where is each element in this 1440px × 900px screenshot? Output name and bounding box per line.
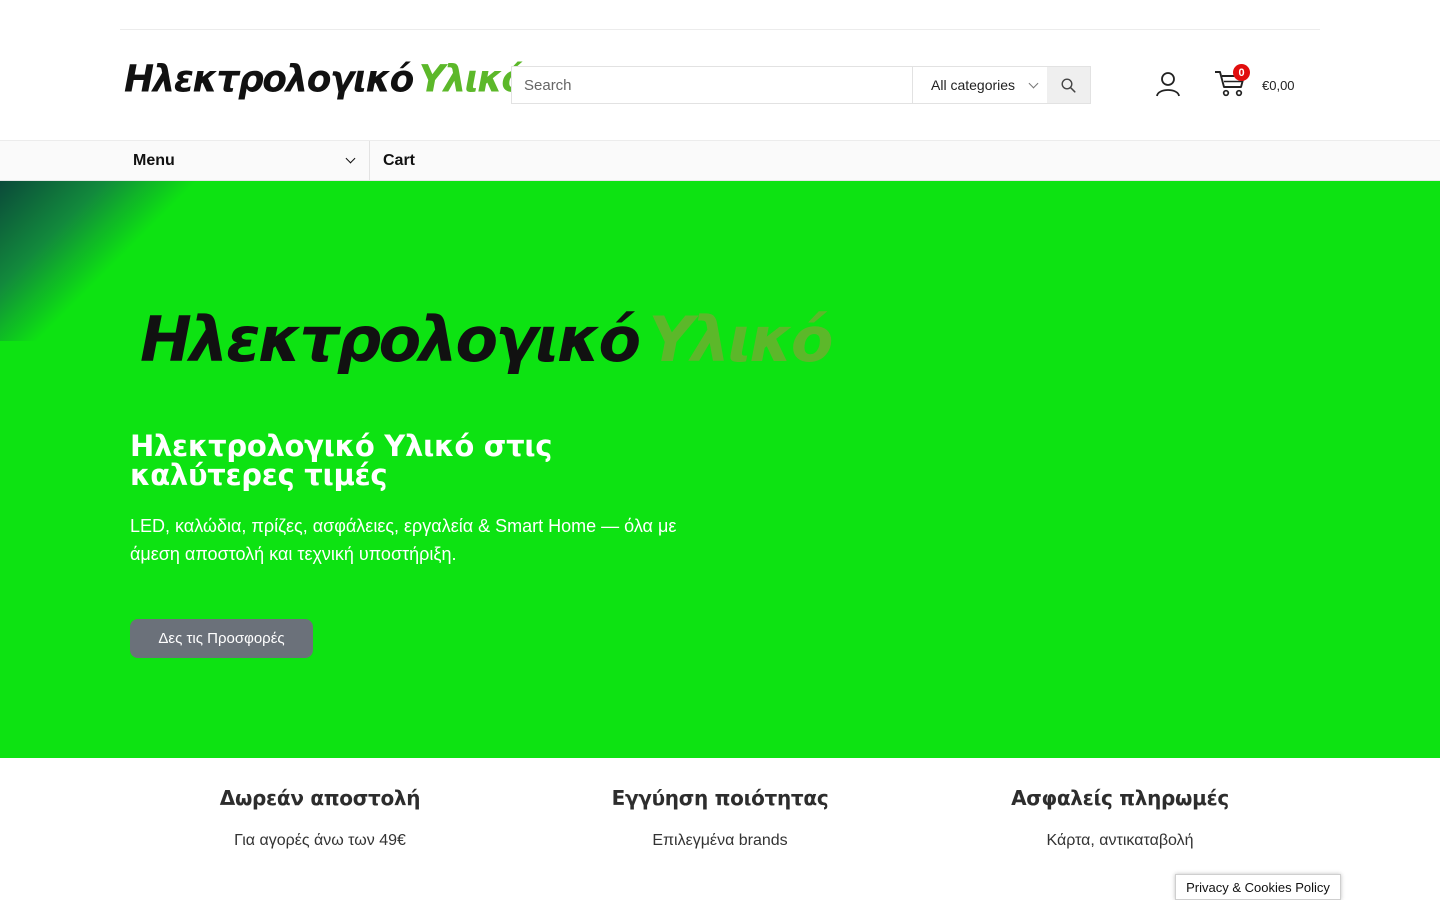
nav-link-cart[interactable]: Cart [383, 141, 415, 180]
hero-subtitle: LED, καλώδια, πρίζες, ασφάλειες, εργαλεί… [130, 516, 677, 564]
search-bar: All categories [511, 66, 1091, 104]
search-icon [1061, 77, 1076, 93]
feature-title: Ασφαλείς πληρωμές [1011, 786, 1229, 810]
feature-text: Για αγορές άνω των 49€ [234, 832, 406, 849]
hero-banner: Ηλεκτρολογικό Υλικό Ηλεκτρολογικό Υλικό … [0, 181, 1440, 758]
main-navbar: Menu Cart [0, 140, 1440, 181]
privacy-policy-button[interactable]: Privacy & Cookies Policy [1175, 874, 1341, 900]
feature-quality-guarantee: Εγγύηση ποιότητας Επιλεγμένα brands [520, 758, 920, 850]
account-button[interactable] [1155, 71, 1181, 97]
feature-text: Επιλεγμένα brands [652, 832, 788, 849]
feature-free-shipping: Δωρεάν αποστολή Για αγορές άνω των 49€ [120, 758, 520, 850]
cart-total[interactable]: €0,00 [1262, 78, 1295, 93]
chevron-down-icon [1028, 78, 1039, 88]
menu-label: Menu [133, 151, 175, 169]
search-button[interactable] [1047, 67, 1090, 103]
category-select[interactable]: All categories [913, 67, 1047, 103]
menu-dropdown[interactable]: Menu [120, 141, 370, 180]
user-icon [1156, 72, 1180, 97]
logo-word-1: Ηλεκτρολογικό [124, 57, 414, 101]
site-logo[interactable]: Ηλεκτρολογικό Υλικό [124, 57, 526, 101]
chevron-down-icon [345, 153, 356, 164]
hero-logo: Ηλεκτρολογικό Υλικό [140, 303, 834, 376]
hero-logo-word-2: Υλικό [648, 303, 834, 376]
feature-title: Εγγύηση ποιότητας [611, 786, 829, 810]
category-select-value: All categories [931, 77, 1016, 93]
offers-button[interactable]: Δες τις Προσφορές [130, 619, 313, 658]
search-input[interactable] [512, 67, 913, 103]
cart-count-badge: 0 [1233, 64, 1250, 81]
hero-title: Ηλεκτρολογικό Υλικό στις καλύτερες τιμές [130, 429, 553, 492]
feature-secure-payments: Ασφαλείς πληρωμές Κάρτα, αντικαταβολή [920, 758, 1320, 850]
feature-title: Δωρεάν αποστολή [219, 786, 421, 810]
hero-logo-word-1: Ηλεκτρολογικό [140, 303, 641, 376]
logo-word-2: Υλικό [418, 57, 526, 101]
feature-text: Κάρτα, αντικαταβολή [1046, 832, 1194, 849]
